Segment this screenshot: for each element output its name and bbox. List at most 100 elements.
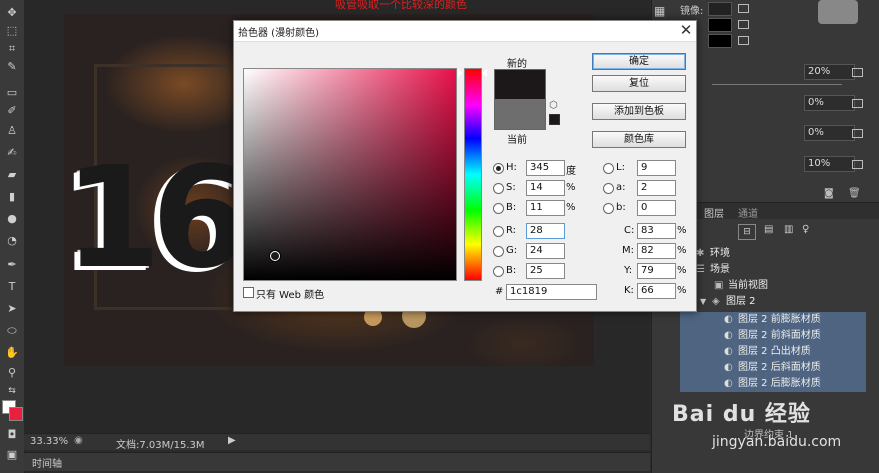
material-icon: ◐ xyxy=(724,378,733,389)
brush-tool-icon[interactable]: ✐ xyxy=(4,104,20,118)
swap-colors-icon[interactable]: ⇆ xyxy=(4,384,20,398)
percent-field[interactable]: 0% xyxy=(804,125,855,141)
hue-slider-handle-left-icon[interactable] xyxy=(458,69,463,77)
material-thumbnail[interactable] xyxy=(818,0,858,24)
tree-item-material[interactable]: ◐ 图层 2 前斜面材质 xyxy=(680,328,866,344)
folder-icon[interactable] xyxy=(852,68,863,77)
tools-panel: ✥ ⬚ ⌗ ✎ ▭ ✐ ♙ ✍ ▰ ▮ ● ◔ ✒ T ➤ ⬭ ✋ ⚲ ⇆ ◘ … xyxy=(0,0,25,473)
tree-item-material[interactable]: ◐ 图层 2 后斜面材质 xyxy=(680,360,866,376)
out-of-gamut-cube-icon[interactable]: ⬡ xyxy=(549,100,558,111)
color-swatch[interactable] xyxy=(708,2,732,16)
frame-tool-icon[interactable]: ▭ xyxy=(4,86,20,100)
blue-field[interactable]: 25 xyxy=(526,263,565,279)
filter-scene-icon[interactable]: ⊟ xyxy=(738,224,756,240)
type-tool-icon[interactable]: T xyxy=(4,280,20,294)
web-colors-only-checkbox[interactable] xyxy=(243,287,254,298)
background-color-swatch[interactable] xyxy=(9,407,23,421)
current-color-swatch[interactable] xyxy=(494,99,546,130)
red-radio[interactable] xyxy=(493,226,504,237)
percent-field[interactable]: 0% xyxy=(804,95,855,111)
hue-field[interactable]: 345 xyxy=(526,160,565,176)
black-field[interactable]: 66 xyxy=(637,283,676,299)
tree-item-material[interactable]: ◐ 图层 2 凸出材质 xyxy=(680,344,866,360)
material-icon: ◐ xyxy=(724,346,733,357)
tree-item-material[interactable]: ◐ 图层 2 前膨胀材质 xyxy=(680,312,866,328)
web-safe-swatch[interactable] xyxy=(549,114,560,125)
tab-layers[interactable]: 图层 xyxy=(704,205,724,220)
magenta-field[interactable]: 82 xyxy=(637,243,676,259)
dialog-titlebar[interactable]: 拾色器 (漫射颜色) ✕ xyxy=(234,21,696,42)
chevron-down-icon[interactable]: ▼ xyxy=(700,294,706,310)
clone-stamp-tool-icon[interactable]: ♙ xyxy=(4,124,20,138)
zoom-level[interactable]: 33.33% xyxy=(30,436,68,447)
brightness-radio[interactable] xyxy=(493,203,504,214)
hue-slider[interactable] xyxy=(464,68,482,281)
filter-light-icon[interactable]: ♀ xyxy=(802,224,809,235)
new-color-swatch xyxy=(494,69,546,100)
hue-slider-handle-right-icon[interactable] xyxy=(482,69,487,77)
ok-button[interactable]: 确定 xyxy=(592,53,686,70)
lightness-radio[interactable] xyxy=(603,163,614,174)
folder-icon[interactable] xyxy=(852,129,863,138)
marquee-tool-icon[interactable]: ⬚ xyxy=(4,24,20,38)
folder-icon[interactable] xyxy=(738,36,749,45)
camera-icon[interactable]: ◙ xyxy=(824,188,834,199)
hand-tool-icon[interactable]: ✋ xyxy=(4,346,20,360)
close-icon[interactable]: ✕ xyxy=(678,22,694,38)
color-picker-marker[interactable] xyxy=(270,251,280,261)
a-channel-radio[interactable] xyxy=(603,183,614,194)
green-field[interactable]: 24 xyxy=(526,243,565,259)
move-tool-icon[interactable]: ✥ xyxy=(4,6,20,20)
cyan-field[interactable]: 83 xyxy=(637,223,676,239)
eyedropper-tool-icon[interactable]: ✎ xyxy=(4,60,20,74)
history-brush-tool-icon[interactable]: ✍ xyxy=(4,146,20,160)
b-channel-field[interactable]: 0 xyxy=(637,200,676,216)
saturation-brightness-field[interactable] xyxy=(243,68,457,281)
hue-radio[interactable] xyxy=(493,163,504,174)
green-radio[interactable] xyxy=(493,246,504,257)
gradient-tool-icon[interactable]: ▮ xyxy=(4,190,20,204)
crop-tool-icon[interactable]: ⌗ xyxy=(4,42,20,56)
status-share-icon[interactable]: ◉ xyxy=(74,435,83,446)
yellow-field[interactable]: 79 xyxy=(637,263,676,279)
shape-tool-icon[interactable]: ⬭ xyxy=(4,324,20,338)
dodge-tool-icon[interactable]: ◔ xyxy=(4,234,20,248)
eraser-tool-icon[interactable]: ▰ xyxy=(4,168,20,182)
trash-icon[interactable]: 🗑 xyxy=(848,188,861,199)
lightness-field[interactable]: 9 xyxy=(637,160,676,176)
b-channel-radio[interactable] xyxy=(603,203,614,214)
blur-tool-icon[interactable]: ● xyxy=(4,212,20,226)
tab-channels[interactable]: 通道 xyxy=(738,205,758,220)
saturation-field[interactable]: 14 xyxy=(526,180,565,196)
timeline-tab[interactable]: 时间轴 xyxy=(32,455,62,470)
color-libraries-button[interactable]: 颜色库 xyxy=(592,131,686,148)
folder-icon[interactable] xyxy=(852,99,863,108)
tree-item-material[interactable]: ◐ 图层 2 后膨胀材质 xyxy=(680,376,866,392)
percent-field[interactable]: 10% xyxy=(804,156,855,172)
panel-icon[interactable]: ▦ xyxy=(654,4,665,18)
folder-icon[interactable] xyxy=(852,160,863,169)
hex-field[interactable]: 1c1819 xyxy=(506,284,597,300)
status-menu-arrow-icon[interactable]: ▶ xyxy=(228,435,236,446)
red-field[interactable]: 28 xyxy=(526,223,565,239)
filter-mesh-icon[interactable]: ▤ xyxy=(764,224,773,235)
slider-track[interactable] xyxy=(712,84,842,85)
brightness-field[interactable]: 11 xyxy=(526,200,565,216)
quick-mask-icon[interactable]: ◘ xyxy=(4,428,20,442)
filter-material-icon[interactable]: ▥ xyxy=(784,224,793,235)
zoom-tool-icon[interactable]: ⚲ xyxy=(4,366,20,380)
folder-icon[interactable] xyxy=(738,20,749,29)
reset-button[interactable]: 复位 xyxy=(592,75,686,92)
screen-mode-icon[interactable]: ▣ xyxy=(4,448,20,462)
a-channel-field[interactable]: 2 xyxy=(637,180,676,196)
percent-field[interactable]: 20% xyxy=(804,64,855,80)
color-swatch[interactable] xyxy=(708,34,732,48)
pen-tool-icon[interactable]: ✒ xyxy=(4,258,20,272)
add-to-swatches-button[interactable]: 添加到色板 xyxy=(592,103,686,120)
color-swatch[interactable] xyxy=(708,18,732,32)
saturation-radio[interactable] xyxy=(493,183,504,194)
path-select-tool-icon[interactable]: ➤ xyxy=(4,302,20,316)
folder-icon[interactable] xyxy=(738,4,749,13)
watermark-url: jingyan.baidu.com xyxy=(712,434,842,450)
blue-radio[interactable] xyxy=(493,266,504,277)
